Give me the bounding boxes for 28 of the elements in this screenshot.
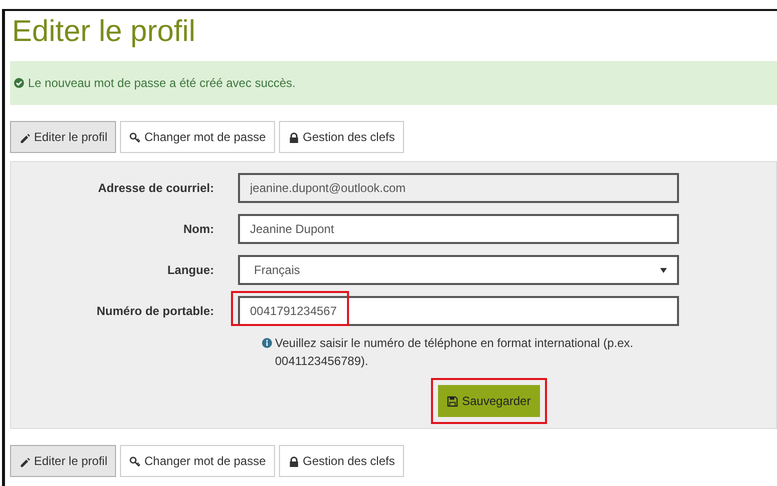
page-title: Editer le profil (12, 17, 196, 47)
lock-icon (288, 456, 299, 466)
pencil-icon (19, 456, 30, 466)
caret-icon (660, 268, 667, 272)
help-text: Veuillez saisir le numéro de téléphone en format international (p.ex. 0041123456789). (275, 335, 634, 370)
save-button[interactable]: Sauvegarder (438, 385, 540, 417)
alert-message: Le nouveau mot de passe a été créé avec succès. (28, 75, 296, 92)
tab[interactable]: Changer mot de passe (120, 121, 275, 153)
key-icon (129, 456, 140, 466)
tab[interactable]: Changer mot de passe (120, 445, 275, 477)
lock-icon (288, 132, 299, 142)
field-label: Numéro de portable: (96, 303, 215, 320)
field-label: Nom: (182, 221, 215, 238)
pencil-icon (19, 132, 30, 142)
check-circle-icon (14, 78, 24, 88)
language-select[interactable]: Français (238, 255, 679, 285)
input-field[interactable]: Jeanine Dupont (238, 214, 679, 244)
info-icon (262, 338, 272, 348)
tab[interactable]: Editer le profil (10, 445, 116, 477)
tab[interactable]: Editer le profil (10, 121, 116, 153)
floppy-icon (447, 396, 458, 406)
field-label: Langue: (166, 262, 215, 279)
tab[interactable]: Gestion des clefs (278, 445, 404, 477)
field-label: Adresse de courriel: (96, 180, 215, 197)
key-icon (129, 132, 140, 142)
tab[interactable]: Gestion des clefs (278, 121, 404, 153)
input-field[interactable]: jeanine.dupont@outlook.com (238, 173, 679, 203)
input-field[interactable]: 0041791234567 (238, 296, 679, 326)
